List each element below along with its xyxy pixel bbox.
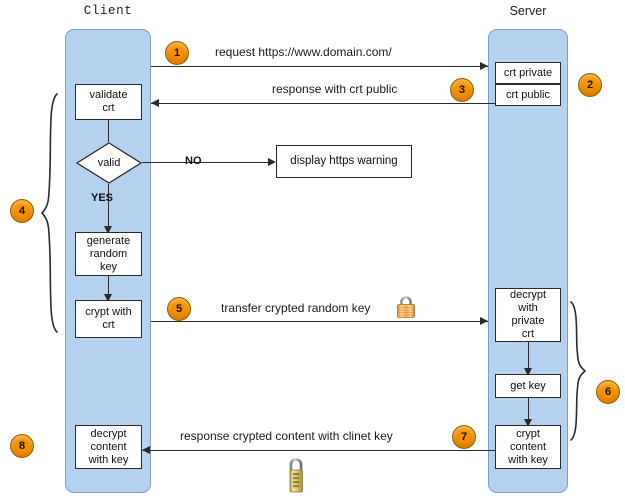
combination-padlock-icon (285, 455, 307, 500)
brace-glyph (570, 301, 587, 441)
server-box-crt-public: crt public (495, 84, 561, 106)
text-line: crt (102, 102, 115, 114)
diamond-shape-icon (76, 142, 142, 184)
padlock-glyph (397, 296, 415, 318)
message-arrowhead-response-crt (151, 99, 159, 107)
text-line: crt public (505, 88, 551, 101)
badge-step-1[interactable]: 1 (165, 41, 189, 65)
text-line: crt private (503, 66, 553, 79)
brace-server-steps (568, 300, 588, 442)
message-label-request: request https://www.domain.com/ (215, 45, 392, 59)
client-box-validate-crt: validate crt (75, 84, 142, 120)
text-line: content (509, 440, 547, 453)
text-line: private (511, 315, 545, 327)
text-line: crt (521, 328, 535, 340)
combination-padlock-glyph (289, 458, 303, 493)
message-label-response-crt: response with crt public (272, 82, 398, 96)
box-display-https-warning: display https warning (276, 145, 412, 178)
client-box-generate-random-key: generate random key (75, 232, 142, 276)
message-line-transfer-key (151, 321, 488, 322)
text-line: crypt with (85, 306, 132, 318)
message-arrowhead-transfer-key (480, 317, 488, 325)
text-line: content (90, 440, 127, 453)
text-line: with (518, 302, 538, 314)
server-box-decrypt-with-private-crt: decrypt with private crt (495, 288, 561, 342)
lane-title-server: Server (509, 4, 547, 18)
client-box-decrypt-content-with-key: decrypt content with key (75, 425, 142, 469)
server-box-crt-private: crt private (495, 62, 561, 84)
branch-no-arrowhead (268, 158, 276, 166)
branch-no-label: NO (185, 155, 202, 167)
brace-glyph (40, 93, 58, 333)
client-decision-valid: valid (76, 142, 142, 184)
branch-no-line (142, 162, 269, 163)
text-line: with key (88, 453, 129, 466)
text-line: generate (86, 234, 131, 247)
badge-step-2[interactable]: 2 (578, 73, 602, 97)
https-handshake-diagram: Client Server validate crt valid NO disp… (0, 0, 625, 500)
message-line-request (151, 66, 488, 67)
badge-step-6[interactable]: 6 (596, 380, 620, 404)
text-line: with key (508, 453, 548, 466)
padlock-icon (395, 295, 417, 324)
server-box-get-key: get key (495, 374, 561, 398)
badge-step-5[interactable]: 5 (167, 297, 191, 321)
branch-yes-label: YES (91, 192, 114, 204)
badge-step-7[interactable]: 7 (452, 425, 476, 449)
message-line-response-crt (151, 103, 495, 104)
text-line: random (89, 247, 128, 260)
server-box-crypt-content-with-key: crypt content with key (495, 425, 561, 469)
text-line: crypt (516, 427, 540, 440)
text-line: get key (510, 379, 546, 392)
connector-validate-to-valid (108, 120, 109, 142)
message-arrowhead-response-content (142, 446, 150, 454)
text-line: decrypt (509, 289, 547, 301)
message-line-response-content (142, 450, 495, 451)
lane-title-client: Client (83, 4, 133, 18)
message-label-response-content: response crypted content with clinet key (180, 429, 393, 443)
text-line: display https warning (290, 155, 398, 167)
message-arrowhead-request (480, 62, 488, 70)
badge-step-4[interactable]: 4 (10, 199, 34, 223)
message-label-transfer-key: transfer crypted random key (221, 301, 371, 315)
text-line: crt (102, 319, 115, 331)
badge-step-3[interactable]: 3 (450, 78, 474, 102)
client-box-crypt-with-crt: crypt with crt (75, 300, 142, 338)
text-line: decrypt (90, 427, 127, 440)
text-line: key (99, 260, 118, 273)
badge-step-8[interactable]: 8 (10, 434, 34, 458)
brace-client-steps (38, 92, 60, 334)
text-line: validate (89, 89, 128, 101)
